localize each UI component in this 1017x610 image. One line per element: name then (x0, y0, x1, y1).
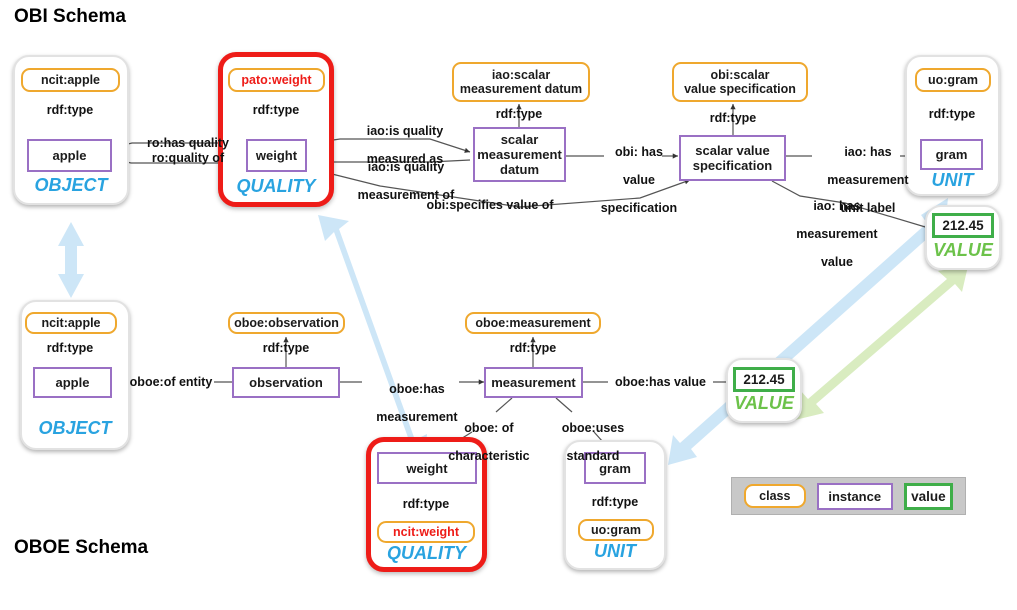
obi-svs-instance-line2: specification (692, 158, 773, 173)
legend-instance-swatch: instance (816, 482, 893, 510)
oboe-value-box[interactable]: 212.45 (733, 367, 795, 392)
obi-svs-instance-line1: scalar value (695, 143, 770, 158)
oboe-observation-rdftype-label: rdf:type (262, 341, 310, 355)
oboe-schema-title: OBOE Schema (14, 537, 149, 558)
obi-smd-class-line1: iao:scalar (491, 68, 551, 82)
legend-class-swatch: class (744, 484, 806, 508)
edge-label-oboe-of-entity: oboe:of entity (129, 375, 213, 389)
oboe-quality-class-box[interactable]: ncit:weight (377, 521, 475, 543)
obi-quality-class-box[interactable]: pato:weight (228, 68, 325, 92)
obi-smd-rdftype-label: rdf:type (495, 107, 543, 121)
iao-mvalue-line2: measurement (796, 227, 878, 241)
obi-value-box[interactable]: 212.45 (932, 213, 994, 238)
obi-quality-rdftype-label: rdf:type (252, 103, 300, 117)
obi-unit-instance-box[interactable]: gram (920, 139, 983, 170)
legend-value-swatch: value (903, 482, 953, 510)
oboe-measurement-class-box[interactable]: oboe:measurement (465, 312, 601, 334)
oboe-oc-line1: oboe: of (464, 421, 514, 435)
edge-label-oboe-has-value: oboe:has value (615, 375, 706, 389)
edge-label-obi-specifies-value-of: obi:specifies value of (426, 198, 554, 212)
edge-label-oboe-uses-standard: oboe:uses standard (538, 407, 634, 477)
obi-unit-group-label: UNIT (931, 170, 974, 190)
oboe-unit-class-box[interactable]: uo:gram (578, 519, 654, 541)
oboe-unit-rdftype-label: rdf:type (591, 495, 639, 509)
obi-object-class-box[interactable]: ncit:apple (21, 68, 120, 92)
edge-label-iao-has-measurement-value: iao: has measurement value (772, 185, 888, 283)
oboe-hm-line1: oboe:has (389, 382, 445, 396)
obi-svs-instance-box[interactable]: scalar value specification (679, 135, 786, 181)
obi-svs-class-box[interactable]: obi:scalar value specification (672, 62, 808, 102)
obi-svs-class-line2: value specification (684, 82, 796, 96)
edge-label-ro-quality-of: ro:quality of (151, 151, 225, 165)
obi-unit-class-box[interactable]: uo:gram (915, 68, 991, 92)
obi-smd-instance-line2: measurement (477, 147, 562, 162)
oboe-measurement-rdftype-label: rdf:type (509, 341, 557, 355)
oboe-object-group-label: OBJECT (38, 418, 112, 438)
oboe-measurement-instance-box[interactable]: measurement (484, 367, 583, 398)
obi-smd-instance-line1: scalar (500, 132, 539, 147)
oboe-observation-class-box[interactable]: oboe:observation (228, 312, 345, 334)
legend: class instance value (731, 477, 966, 515)
obi-object-rdftype-label: rdf:type (46, 103, 94, 117)
oboe-quality-rdftype-label: rdf:type (402, 497, 450, 511)
obi-hvs-line2: value (622, 173, 655, 187)
edge-label-oboe-of-characteristic: oboe: of characteristic (427, 407, 537, 477)
obi-svs-rdftype-label: rdf:type (709, 111, 757, 125)
obi-smd-instance-box[interactable]: scalar measurement datum (473, 127, 566, 182)
obi-quality-instance-box[interactable]: weight (246, 139, 307, 172)
obi-hvs-line1: obi: has (614, 145, 663, 159)
obi-quality-group-label: QUALITY (236, 176, 316, 196)
iao-measured-as-line1: iao:is quality (366, 124, 444, 138)
oboe-us-line2: standard (566, 449, 620, 463)
oboe-object-instance-box[interactable]: apple (33, 367, 112, 398)
iao-mvalue-line3: value (820, 255, 853, 269)
obi-hvs-line3: specification (600, 201, 678, 215)
diagram-canvas: OBI Schema OBOE Schema ncit:apple rdf:ty… (0, 0, 1017, 610)
obi-object-instance-box[interactable]: apple (27, 139, 112, 172)
obi-smd-class-box[interactable]: iao:scalar measurement datum (452, 62, 590, 102)
oboe-oc-line2: characteristic (448, 449, 530, 463)
oboe-unit-group-label: UNIT (594, 541, 636, 561)
oboe-object-class-box[interactable]: ncit:apple (25, 312, 117, 334)
edge-label-ro-has-quality: ro:has quality (147, 136, 229, 150)
iao-unitlabel-line1: iao: has (844, 145, 892, 159)
oboe-observation-instance-box[interactable]: observation (232, 367, 340, 398)
obi-schema-title: OBI Schema (14, 6, 126, 27)
obi-value-group-label: VALUE (933, 240, 993, 260)
value-alignment-arrow (795, 266, 968, 420)
oboe-quality-group-label: QUALITY (387, 543, 466, 563)
oboe-us-line1: oboe:uses (561, 421, 625, 435)
obi-object-group-label: OBJECT (34, 175, 108, 195)
obi-smd-class-line2: measurement datum (459, 82, 583, 96)
oboe-object-rdftype-label: rdf:type (46, 341, 94, 355)
obi-unit-rdftype-label: rdf:type (928, 107, 976, 121)
edge-label-obi-has-value-specification: obi: has value specification (584, 131, 680, 229)
iao-measurement-of-line1: iao:is quality (367, 160, 445, 174)
iao-mvalue-line1: iao: has (813, 199, 861, 213)
oboe-value-group-label: VALUE (734, 393, 794, 413)
object-alignment-arrow (58, 222, 84, 298)
obi-svs-class-line1: obi:scalar (710, 68, 770, 82)
obi-smd-instance-line3: datum (500, 162, 539, 177)
